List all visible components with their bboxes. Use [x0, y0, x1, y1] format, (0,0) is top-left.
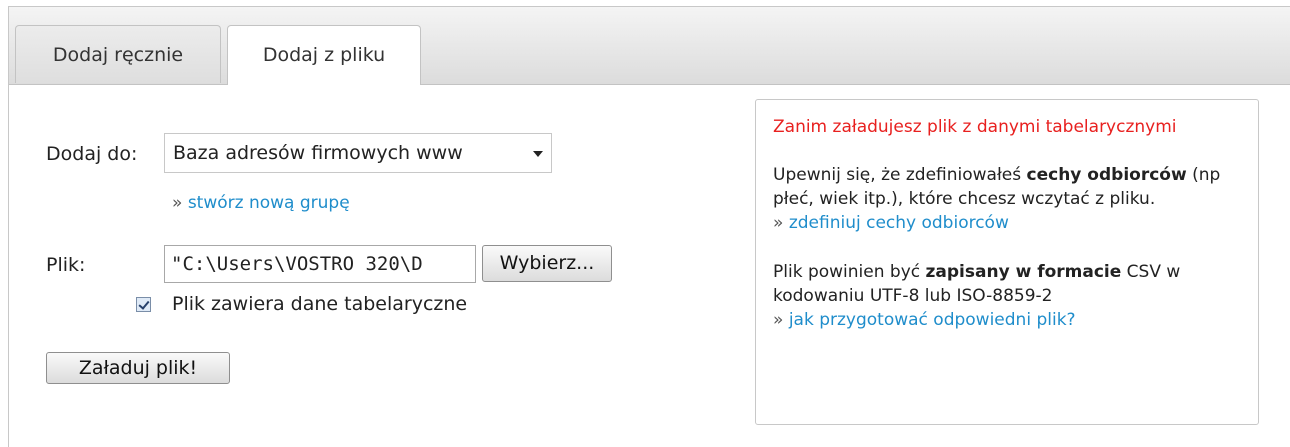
new-group-link[interactable]: stwórz nową grupę: [188, 193, 350, 213]
info-warning-title: Zanim załadujesz plik z danymi tabelaryc…: [773, 117, 1177, 137]
info-p2-bold: zapisany w formacie: [925, 262, 1122, 282]
info-paragraph-features: Upewnij się, że zdefiniowałeś cechy odbi…: [773, 163, 1242, 235]
group-select[interactable]: Baza adresów firmowych www: [164, 133, 552, 173]
tab-add-from-file[interactable]: Dodaj z pliku: [227, 25, 421, 85]
info-box: Zanim załadujesz plik z danymi tabelaryc…: [755, 99, 1259, 425]
raquo-icon: »: [773, 213, 784, 233]
raquo-icon: »: [773, 310, 784, 330]
new-group-row: » stwórz nową grupę: [172, 193, 350, 213]
group-select-value: Baza adresów firmowych www: [173, 142, 463, 164]
file-path-field[interactable]: "C:\Users\VOSTRO 320\D: [164, 245, 476, 283]
file-label: Plik:: [46, 254, 86, 276]
tab-bar: Dodaj ręcznie Dodaj z pliku: [9, 7, 1290, 85]
browse-button[interactable]: Wybierz...: [482, 245, 612, 282]
checkmark-icon: [138, 298, 150, 310]
info-p2-prefix: Plik powinien być: [773, 262, 926, 282]
tabular-data-label: Plik zawiera dane tabelaryczne: [172, 293, 468, 315]
raquo-icon: »: [172, 193, 183, 213]
upload-file-button[interactable]: Załaduj plik!: [46, 352, 230, 384]
add-to-label: Dodaj do:: [46, 143, 138, 165]
tabular-data-checkbox[interactable]: [136, 297, 151, 312]
info-p1-prefix: Upewnij się, że zdefiniowałeś: [773, 165, 1027, 185]
info-p1-bold: cechy odbiorców: [1026, 165, 1187, 185]
prepare-file-link[interactable]: jak przygotować odpowiedni plik?: [789, 310, 1076, 330]
tab-add-manually[interactable]: Dodaj ręcznie: [15, 25, 221, 83]
info-paragraph-format: Plik powinien być zapisany w formacie CS…: [773, 260, 1242, 332]
define-features-link[interactable]: zdefiniuj cechy odbiorców: [789, 213, 1009, 233]
chevron-down-icon: [533, 151, 543, 157]
